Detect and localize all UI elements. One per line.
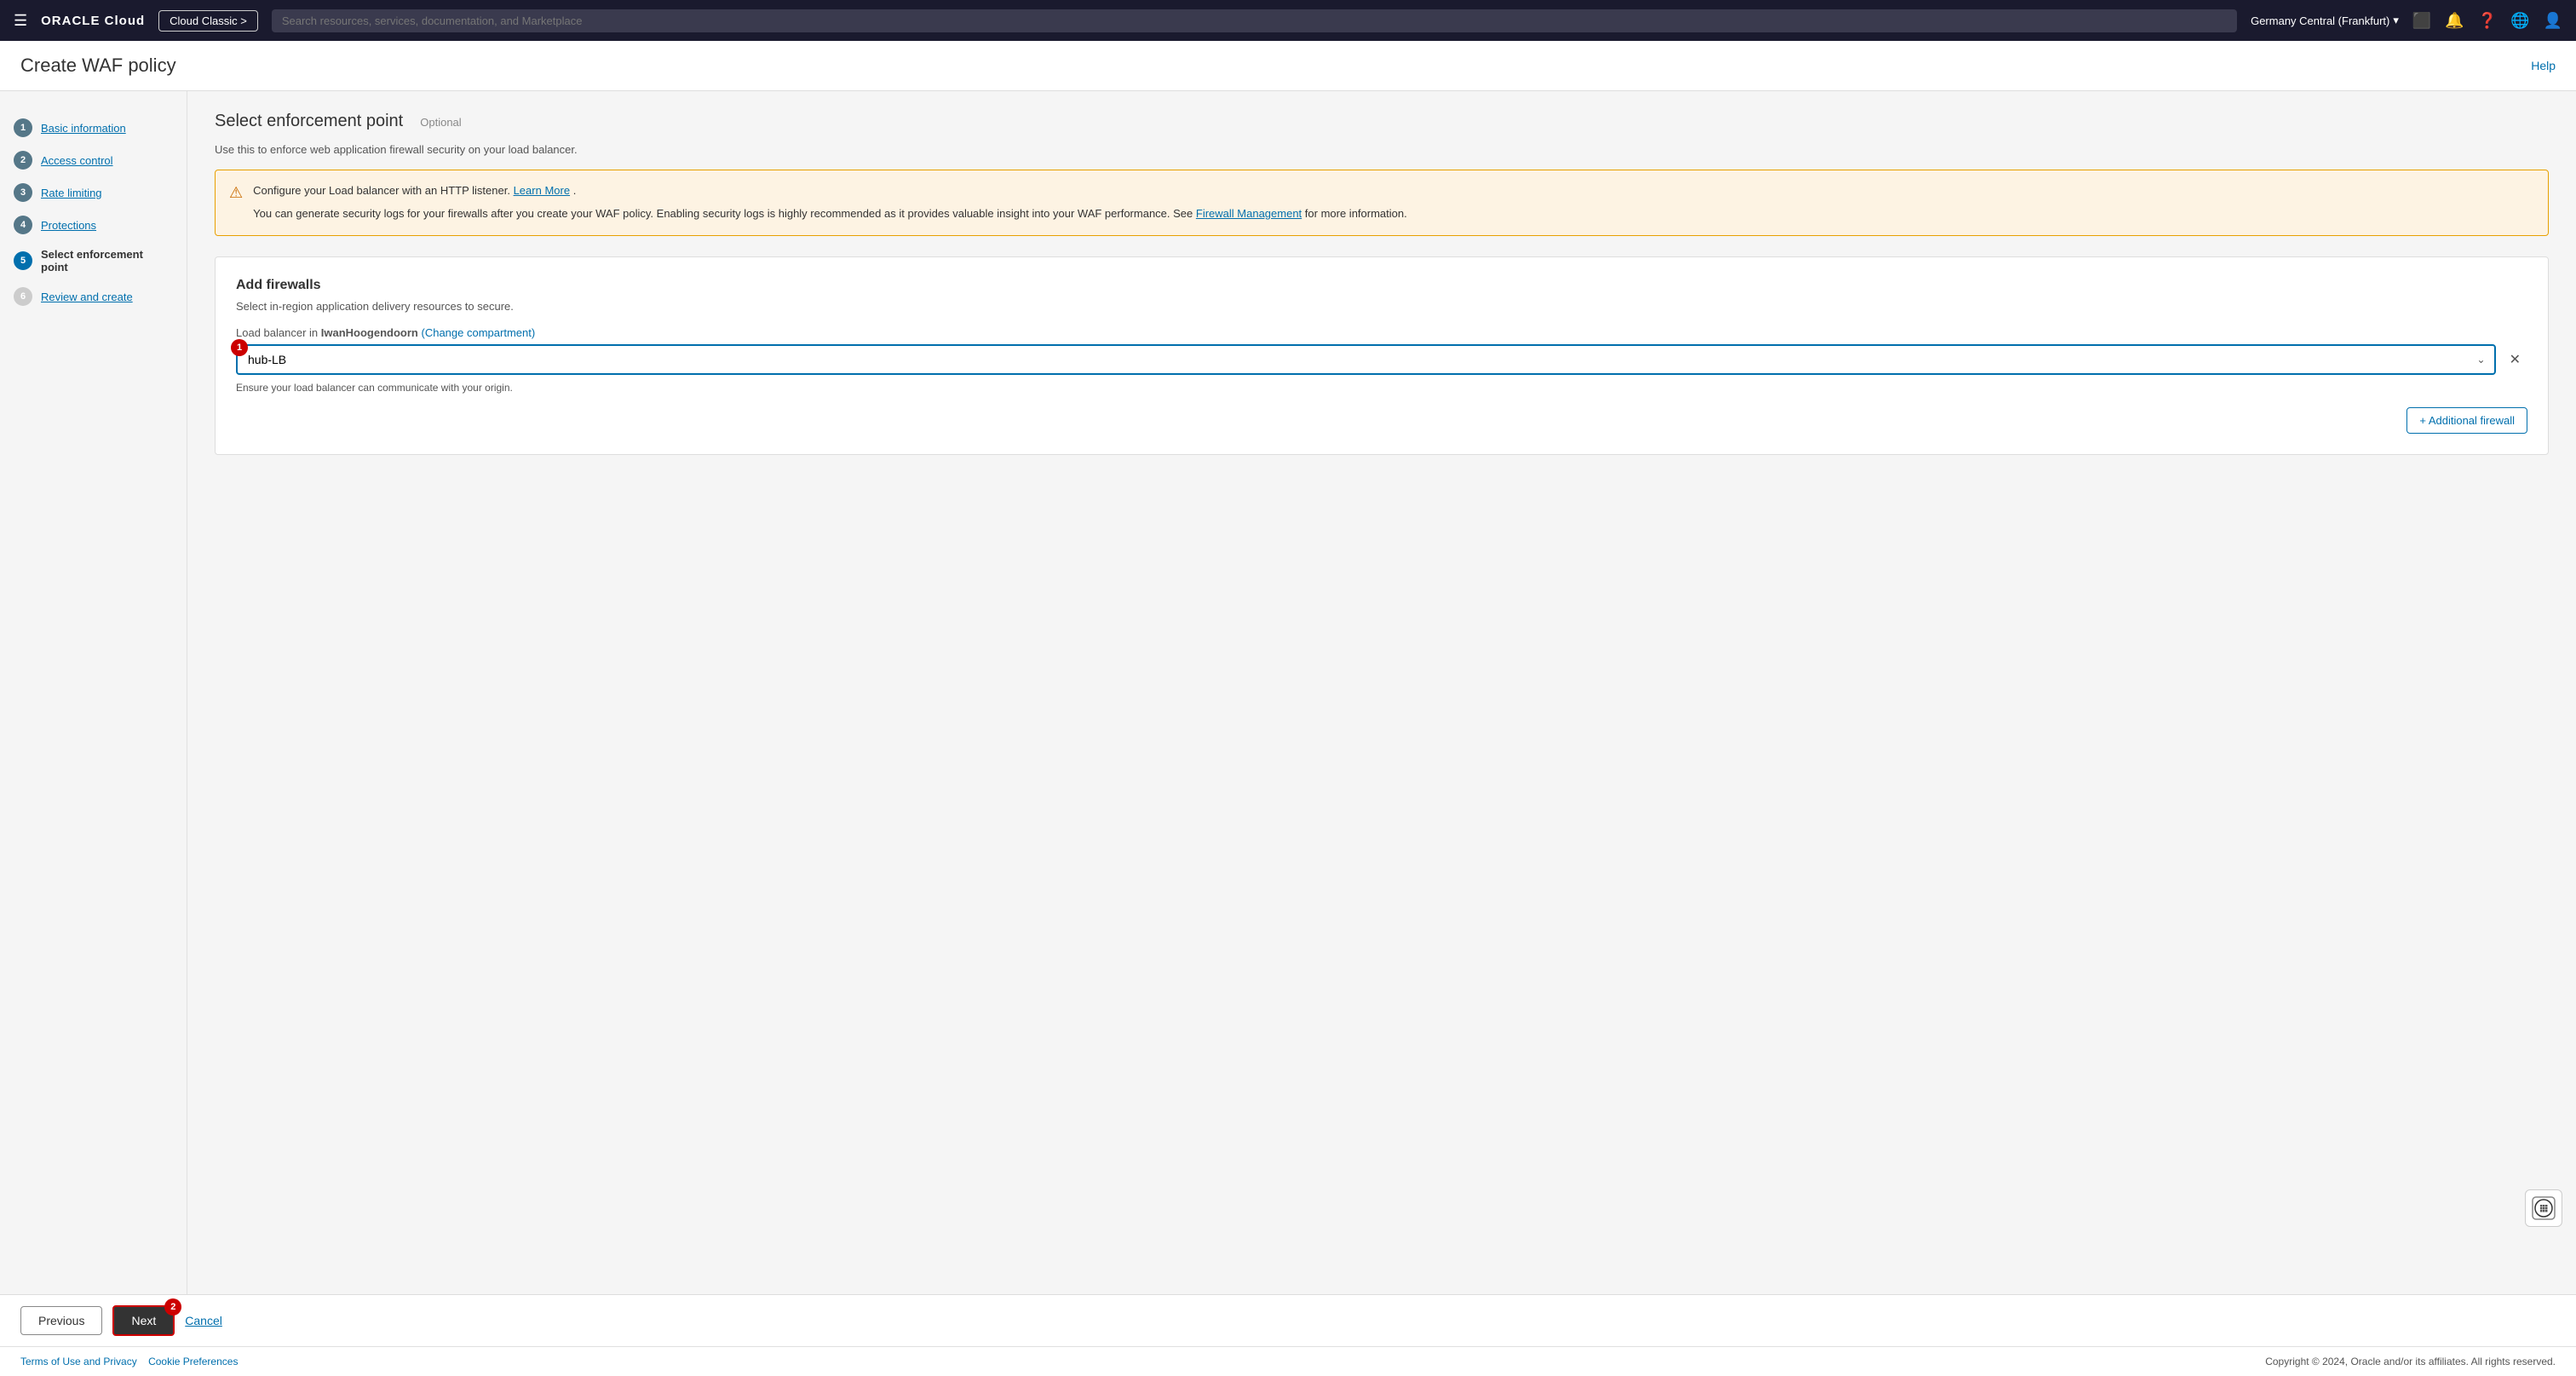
lb-select[interactable]: hub-LB <box>238 346 2494 373</box>
sidebar-link-access-control[interactable]: Access control <box>41 154 113 167</box>
add-firewall-actions: + Additional firewall <box>236 407 2527 434</box>
select-help-text: Ensure your load balancer can communicat… <box>236 382 2527 394</box>
step-badge-4: 4 <box>14 216 32 234</box>
warning-line1-before: Configure your Load balancer with an HTT… <box>253 184 510 197</box>
main-layout: 1 Basic information 2 Access control 3 R… <box>0 91 2576 1294</box>
step-badge-1: 1 <box>14 118 32 137</box>
sidebar-item-access-control[interactable]: 2 Access control <box>0 144 187 176</box>
warning-text: Configure your Load balancer with an HTT… <box>253 182 1407 223</box>
previous-button[interactable]: Previous <box>20 1306 102 1335</box>
step-badge-2: 2 <box>14 151 32 170</box>
main-content: Select enforcement point Optional Use th… <box>187 91 2576 1294</box>
user-icon[interactable]: 👤 <box>2544 12 2562 30</box>
learn-more-link[interactable]: Learn More <box>514 184 570 197</box>
globe-icon[interactable]: 🌐 <box>2510 12 2529 30</box>
sidebar-link-rate-limiting[interactable]: Rate limiting <box>41 187 102 199</box>
sidebar-link-protections[interactable]: Protections <box>41 219 96 232</box>
lb-label: Load balancer in IwanHoogendoorn (Change… <box>236 326 2527 339</box>
optional-label: Optional <box>420 116 461 129</box>
bell-icon[interactable]: 🔔 <box>2445 12 2464 30</box>
warning-line2-after: for more information. <box>1305 207 1407 220</box>
next-button[interactable]: Next 2 <box>112 1305 175 1336</box>
sidebar: 1 Basic information 2 Access control 3 R… <box>0 91 187 1294</box>
add-firewalls-title: Add firewalls <box>236 278 2527 293</box>
annotation-badge-2: 2 <box>164 1298 181 1316</box>
add-firewalls-desc: Select in-region application delivery re… <box>236 300 2527 313</box>
step-badge-3: 3 <box>14 183 32 202</box>
sidebar-link-basic-information[interactable]: Basic information <box>41 122 126 135</box>
sidebar-item-protections[interactable]: 4 Protections <box>0 209 187 241</box>
bottom-bar: Previous Next 2 Cancel <box>0 1294 2576 1346</box>
help-icon[interactable]: ❓ <box>2478 12 2497 30</box>
step-badge-5: 5 <box>14 251 32 270</box>
help-widget[interactable] <box>2525 1189 2562 1227</box>
lb-compartment-name: IwanHoogendoorn <box>321 326 418 339</box>
sidebar-item-basic-information[interactable]: 1 Basic information <box>0 112 187 144</box>
content-section-title: Select enforcement point <box>215 112 403 131</box>
page-header: Create WAF policy Help <box>0 41 2576 91</box>
lb-select-wrapper: 1 hub-LB ⌄ <box>236 344 2496 375</box>
cookie-link[interactable]: Cookie Preferences <box>148 1356 238 1367</box>
clear-selection-button[interactable]: ✕ <box>2503 348 2527 371</box>
cancel-button[interactable]: Cancel <box>185 1314 222 1327</box>
terms-link[interactable]: Terms of Use and Privacy <box>20 1356 137 1367</box>
warning-box: ⚠ Configure your Load balancer with an H… <box>215 170 2549 236</box>
hamburger-icon[interactable]: ☰ <box>14 12 27 30</box>
warning-icon: ⚠ <box>229 184 243 223</box>
sidebar-item-enforcement-point[interactable]: 5 Select enforcement point <box>0 241 187 280</box>
add-firewalls-card: Add firewalls Select in-region applicati… <box>215 256 2549 455</box>
page-title: Create WAF policy <box>20 55 176 77</box>
navbar: ☰ ORACLE Cloud Cloud Classic > Germany C… <box>0 0 2576 41</box>
sidebar-item-rate-limiting[interactable]: 3 Rate limiting <box>0 176 187 209</box>
firewall-mgmt-link[interactable]: Firewall Management <box>1196 207 1302 220</box>
warning-line2: You can generate security logs for your … <box>253 207 1193 220</box>
change-compartment-link[interactable]: (Change compartment) <box>422 326 536 339</box>
sidebar-link-review-create[interactable]: Review and create <box>41 291 133 303</box>
warning-line1-after: . <box>573 184 577 197</box>
sidebar-label-enforcement-point: Select enforcement point <box>41 248 173 273</box>
lb-select-row: 1 hub-LB ⌄ ✕ <box>236 344 2527 375</box>
annotation-badge-1: 1 <box>231 339 248 356</box>
code-icon[interactable]: ⬛ <box>2412 12 2431 30</box>
footer-copyright: Copyright © 2024, Oracle and/or its affi… <box>2265 1356 2556 1367</box>
sidebar-item-review-create[interactable]: 6 Review and create <box>0 280 187 313</box>
navbar-right: Germany Central (Frankfurt) ▾ ⬛ 🔔 ❓ 🌐 👤 <box>2251 12 2562 30</box>
footer: Terms of Use and Privacy Cookie Preferen… <box>0 1346 2576 1376</box>
add-firewall-button[interactable]: + Additional firewall <box>2406 407 2527 434</box>
section-description: Use this to enforce web application fire… <box>215 143 2549 156</box>
cloud-classic-button[interactable]: Cloud Classic > <box>158 10 258 32</box>
search-input[interactable] <box>272 9 2237 32</box>
footer-left: Terms of Use and Privacy Cookie Preferen… <box>20 1356 238 1367</box>
help-widget-icon <box>2532 1196 2556 1220</box>
step-badge-6: 6 <box>14 287 32 306</box>
region-selector[interactable]: Germany Central (Frankfurt) ▾ <box>2251 14 2399 27</box>
help-link[interactable]: Help <box>2531 59 2556 72</box>
oracle-logo: ORACLE Cloud <box>41 14 145 28</box>
